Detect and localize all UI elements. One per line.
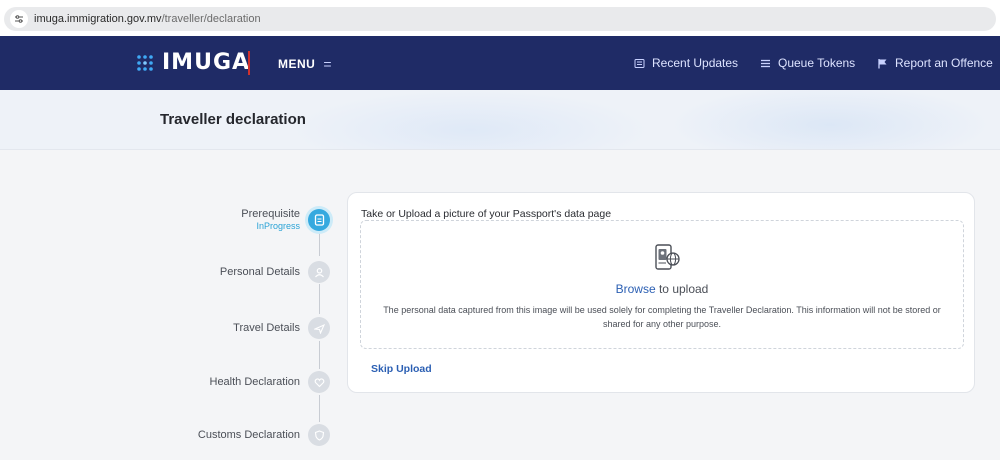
- step-label: Prerequisite InProgress: [241, 208, 300, 231]
- site-settings-icon[interactable]: [10, 10, 28, 28]
- step-name: Prerequisite: [241, 208, 300, 220]
- step-name: Travel Details: [233, 322, 300, 334]
- step-travel-details[interactable]: Travel Details: [233, 317, 330, 339]
- hamburger-icon: =: [323, 56, 333, 72]
- browse-prompt: Browse to upload: [361, 282, 963, 296]
- step-name: Customs Declaration: [197, 429, 300, 441]
- passport-upload-card: Take or Upload a picture of your Passpor…: [347, 192, 975, 393]
- step-status: InProgress: [256, 221, 300, 231]
- report-offence-link[interactable]: Report an Offence: [877, 56, 993, 70]
- step-name: Health Declaration: [209, 376, 301, 388]
- step-connector: [319, 395, 320, 422]
- step-personal-details[interactable]: Personal Details: [220, 261, 330, 283]
- queue-tokens-label: Queue Tokens: [778, 56, 856, 70]
- updates-icon: [634, 58, 645, 69]
- queue-tokens-link[interactable]: Queue Tokens: [760, 56, 855, 70]
- list-icon: [760, 58, 771, 69]
- browser-address-bar: imuga.immigration.gov.mv/traveller/decla…: [0, 0, 1000, 36]
- imuga-logo[interactable]: IMUGA: [136, 50, 250, 75]
- step-prerequisite[interactable]: Prerequisite InProgress: [241, 208, 330, 231]
- logo-dots-icon: [137, 54, 153, 71]
- flag-icon: [877, 58, 888, 69]
- document-icon: [308, 208, 330, 231]
- person-icon: [308, 261, 330, 283]
- page-title: Traveller declaration: [160, 111, 306, 128]
- step-customs-declaration[interactable]: Customs Declaration: [198, 424, 330, 446]
- upload-dropzone[interactable]: Browse to upload The personal data captu…: [360, 220, 964, 349]
- menu-label: MENU: [278, 57, 316, 71]
- url-text: imuga.immigration.gov.mv/traveller/decla…: [34, 13, 261, 25]
- skip-upload-button[interactable]: Skip Upload: [371, 363, 432, 375]
- step-connector: [319, 230, 320, 256]
- step-label: Travel Details: [233, 322, 300, 334]
- url-field[interactable]: imuga.immigration.gov.mv/traveller/decla…: [4, 7, 996, 31]
- url-host: imuga.immigration.gov.mv: [34, 13, 162, 25]
- passport-upload-icon: [655, 244, 680, 270]
- step-label: Personal Details: [220, 266, 300, 278]
- plane-icon: [308, 317, 330, 339]
- top-navbar: IMUGA MENU = Recent Updates Queue Tokens…: [0, 36, 1000, 90]
- browse-suffix: to upload: [655, 282, 709, 296]
- privacy-disclaimer: The personal data captured from this ima…: [383, 305, 941, 329]
- shield-icon: [308, 424, 330, 446]
- step-label: Customs Declaration: [198, 429, 300, 441]
- logo-separator: [248, 51, 250, 75]
- heart-icon: [308, 371, 330, 393]
- logo-text: IMUGA: [162, 50, 251, 75]
- menu-button[interactable]: MENU =: [278, 56, 332, 72]
- report-offence-label: Report an Offence: [895, 56, 993, 70]
- page-header: Traveller declaration: [0, 90, 1000, 150]
- url-path: /traveller/declaration: [161, 13, 261, 25]
- recent-updates-label: Recent Updates: [652, 56, 739, 70]
- step-label: Health Declaration: [210, 376, 301, 388]
- browse-link[interactable]: Browse: [616, 282, 656, 296]
- step-connector: [319, 284, 320, 314]
- upload-card-title: Take or Upload a picture of your Passpor…: [361, 208, 612, 220]
- step-name: Personal Details: [219, 266, 300, 278]
- step-health-declaration[interactable]: Health Declaration: [210, 371, 330, 393]
- step-connector: [319, 341, 320, 369]
- recent-updates-link[interactable]: Recent Updates: [634, 56, 738, 70]
